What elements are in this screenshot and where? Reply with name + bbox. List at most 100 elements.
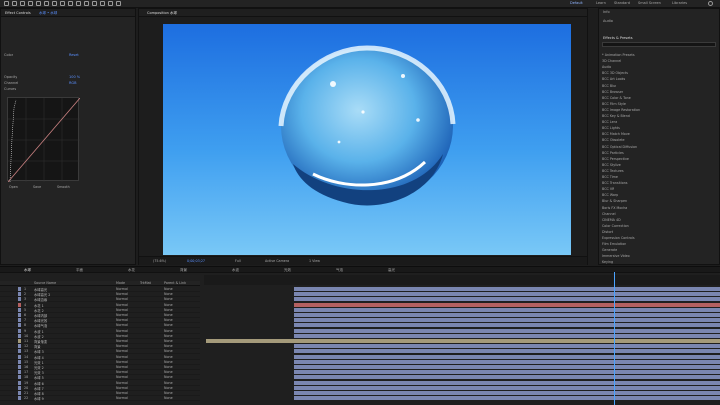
layer-duration-bar[interactable] (294, 323, 720, 328)
layer-duration-bar[interactable] (294, 391, 720, 395)
brush-tool-icon[interactable] (84, 1, 89, 6)
camera-tool-icon[interactable] (44, 1, 49, 6)
layer-mode-dropdown[interactable]: Normal (116, 396, 128, 400)
eraser-tool-icon[interactable] (100, 1, 105, 6)
layer-parent-dropdown[interactable]: None (164, 349, 173, 353)
layer-parent-dropdown[interactable]: None (164, 391, 173, 395)
timeline-tab[interactable]: 水花 (128, 268, 135, 273)
effect-category-item[interactable]: BCC Stylize (602, 163, 621, 167)
label-color-swatch[interactable] (18, 385, 21, 390)
workspace-tab-learn[interactable]: Learn (596, 1, 606, 5)
layer-mode-dropdown[interactable]: Normal (116, 313, 128, 317)
effect-category-item[interactable]: CINEMA 4D (602, 218, 621, 222)
layer-parent-dropdown[interactable]: None (164, 334, 173, 338)
rotate-tool-icon[interactable] (36, 1, 41, 6)
layer-parent-dropdown[interactable]: None (164, 339, 173, 343)
info-tab[interactable]: Info (603, 10, 610, 14)
effects-search-input[interactable] (602, 42, 716, 47)
layer-parent-dropdown[interactable]: None (164, 287, 173, 291)
label-color-swatch[interactable] (18, 396, 21, 401)
workspace-tab-small-screen[interactable]: Small Screen (638, 1, 661, 5)
layer-duration-bar[interactable] (294, 349, 720, 354)
selection-tool-icon[interactable] (12, 1, 17, 6)
column-mode[interactable]: Mode (116, 281, 125, 285)
layer-parent-dropdown[interactable]: None (164, 318, 173, 322)
timeline-tab[interactable]: 水球 (24, 268, 31, 273)
layer-parent-dropdown[interactable]: None (164, 365, 173, 369)
column-trkmat[interactable]: TrkMat (140, 281, 151, 285)
timeline-tab[interactable]: 平面 (76, 268, 83, 273)
effect-category-item[interactable]: BCC Key & Blend (602, 114, 630, 118)
layer-parent-dropdown[interactable]: None (164, 360, 173, 364)
layer-duration-bar[interactable] (294, 297, 720, 302)
effect-category-item[interactable]: BCC VR (602, 187, 614, 191)
label-color-swatch[interactable] (18, 365, 21, 369)
layer-parent-dropdown[interactable]: None (164, 308, 173, 312)
layer-mode-dropdown[interactable]: Normal (116, 323, 128, 327)
layer-mode-dropdown[interactable]: Normal (116, 318, 128, 322)
effect-category-item[interactable]: BCC Blur (602, 84, 616, 88)
workspace-tab-standard[interactable]: Standard (614, 1, 630, 5)
views-dropdown[interactable]: 1 View (309, 259, 320, 263)
label-color-swatch[interactable] (18, 391, 21, 395)
effect-category-item[interactable]: BCC Match Move (602, 132, 630, 136)
effect-category-item[interactable]: Blur & Sharpen (602, 199, 627, 203)
layer-duration-bar[interactable] (294, 318, 720, 323)
effect-category-item[interactable]: Distort (602, 230, 613, 234)
hand-tool-icon[interactable] (20, 1, 25, 6)
audio-tab[interactable]: Audio (603, 19, 613, 23)
layer-duration-bar[interactable] (294, 370, 720, 375)
layer-duration-bar[interactable] (294, 380, 720, 385)
effect-category-item[interactable]: BCC Time (602, 175, 618, 179)
effect-category-item[interactable]: BCC Art Looks (602, 77, 625, 81)
label-color-swatch[interactable] (18, 323, 21, 328)
layer-duration-bar[interactable] (294, 385, 720, 390)
layer-mode-dropdown[interactable]: Normal (116, 292, 128, 296)
effect-row-value[interactable]: 100 % (69, 75, 80, 79)
layer-parent-dropdown[interactable]: None (164, 292, 173, 296)
layer-parent-dropdown[interactable]: None (164, 323, 173, 327)
composition-canvas[interactable] (163, 24, 571, 255)
effect-controls-title[interactable]: Effect Controls (5, 11, 31, 15)
layer-mode-dropdown[interactable]: Normal (116, 303, 128, 307)
layer-mode-dropdown[interactable]: Normal (116, 349, 128, 353)
label-color-swatch[interactable] (18, 333, 21, 338)
composition-tab[interactable]: Composition 水球 (147, 11, 177, 16)
layer-mode-dropdown[interactable]: Normal (116, 381, 128, 385)
layer-parent-dropdown[interactable]: None (164, 375, 173, 379)
table-row[interactable]: 22 水球 9 Normal None (0, 396, 200, 402)
effect-category-item[interactable]: BCC Particles (602, 151, 624, 155)
effect-category-item[interactable]: Film Emulation (602, 242, 626, 246)
effect-category-item[interactable]: BCC Browser (602, 90, 623, 94)
pan-behind-tool-icon[interactable] (52, 1, 57, 6)
layer-duration-bar[interactable] (294, 302, 720, 307)
effect-category-item[interactable]: BCC Film Style (602, 102, 626, 106)
label-color-swatch[interactable] (18, 297, 21, 302)
layer-duration-bar[interactable] (294, 292, 720, 297)
effects-presets-title[interactable]: Effects & Presets (603, 36, 633, 40)
current-time-indicator[interactable] (614, 272, 615, 405)
layer-parent-dropdown[interactable]: None (164, 396, 173, 400)
label-color-swatch[interactable] (18, 359, 21, 364)
effect-row-value[interactable]: RGB (69, 81, 77, 85)
layer-mode-dropdown[interactable]: Normal (116, 308, 128, 312)
layer-duration-bar[interactable] (294, 313, 720, 317)
clone-tool-icon[interactable] (92, 1, 97, 6)
effect-category-item[interactable]: Color Correction (602, 224, 629, 228)
layer-duration-bar[interactable] (294, 287, 720, 291)
effect-category-item[interactable]: BCC Transitions (602, 181, 628, 185)
effect-category-item[interactable]: BCC Textures (602, 169, 624, 173)
layer-mode-dropdown[interactable]: Normal (116, 287, 128, 291)
effect-category-item[interactable]: * Animation Presets (602, 53, 635, 57)
layer-parent-dropdown[interactable]: None (164, 303, 173, 307)
layer-mode-dropdown[interactable]: Normal (116, 344, 128, 348)
layer-parent-dropdown[interactable]: None (164, 313, 173, 317)
layer-duration-bar[interactable] (294, 344, 720, 349)
timeline-tab[interactable]: 水波 (232, 268, 239, 273)
layer-mode-dropdown[interactable]: Normal (116, 375, 128, 379)
layer-parent-dropdown[interactable]: None (164, 329, 173, 333)
zoom-dropdown[interactable]: (75.6%) (153, 259, 166, 263)
effect-category-item[interactable]: BCC Obsolete (602, 138, 625, 142)
workspace-tab-libraries[interactable]: Libraries (672, 1, 687, 5)
rectangle-tool-icon[interactable] (60, 1, 65, 6)
